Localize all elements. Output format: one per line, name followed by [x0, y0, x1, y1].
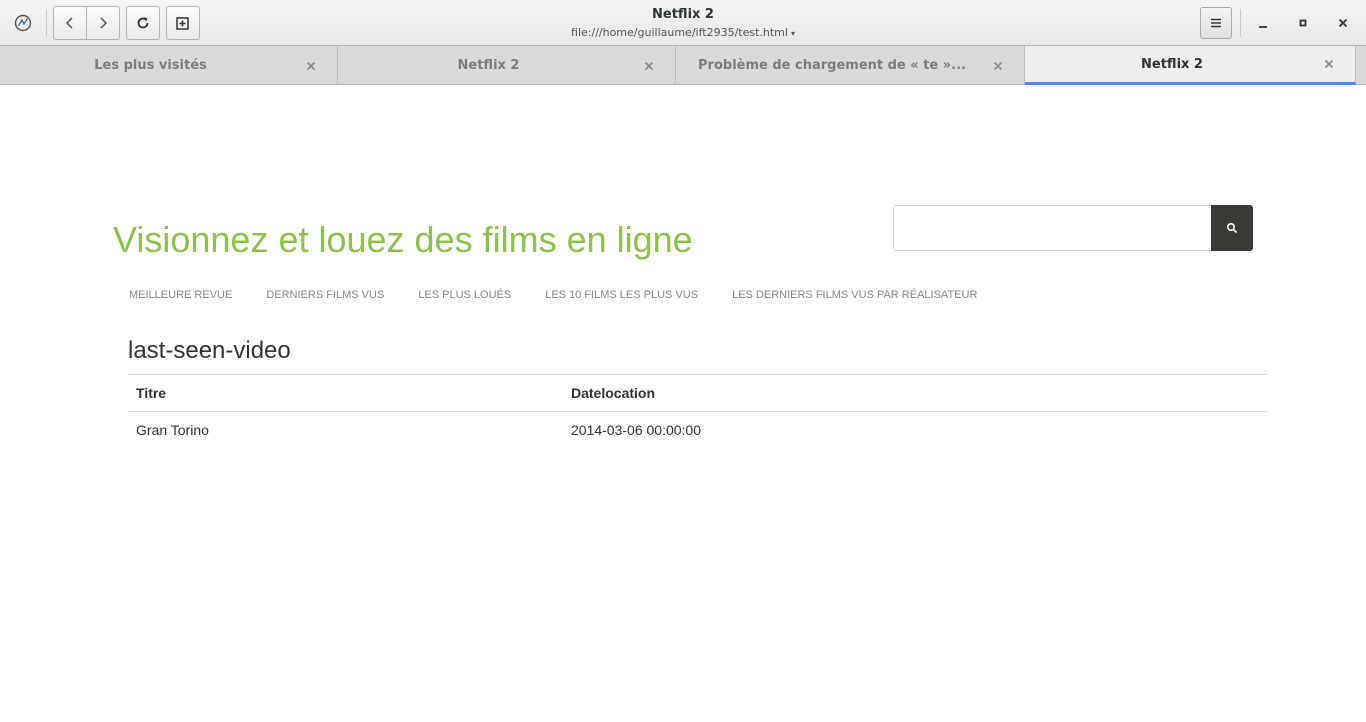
- new-tab-icon: [176, 17, 189, 30]
- close-window-button[interactable]: [1332, 12, 1354, 34]
- browser-header-bar: Netflix 2 file:///home/guillaume/ift2935…: [0, 0, 1366, 46]
- main-nav: MEILLEURE REVUE DERNIERS FILMS VUS LES P…: [129, 289, 1011, 301]
- tab-label[interactable]: Les plus visités: [0, 58, 301, 73]
- minimize-button[interactable]: [1252, 12, 1274, 34]
- back-arrow-icon: [65, 17, 73, 29]
- menu-button[interactable]: [1200, 7, 1232, 39]
- history-nav-group: [53, 6, 120, 40]
- tab-close-icon[interactable]: [639, 56, 659, 76]
- tab-strip: Les plus visités Netflix 2 Problème de c…: [0, 46, 1366, 85]
- web-browser-icon: [13, 13, 33, 33]
- toolbar-separator: [46, 9, 47, 37]
- column-header-datelocation: Datelocation: [563, 374, 1268, 412]
- page-heading: Visionnez et louez des films en ligne: [113, 219, 693, 260]
- tab-close-icon[interactable]: [988, 56, 1008, 76]
- forward-arrow-icon: [100, 17, 108, 29]
- column-header-titre: Titre: [128, 374, 563, 412]
- forward-button[interactable]: [86, 7, 119, 39]
- cell-titre: Gran Torino: [136, 421, 209, 438]
- nav-link-last-seen-by-director[interactable]: LES DERNIERS FILMS VUS PAR RÉALISATEUR: [732, 289, 977, 301]
- url-text[interactable]: file:///home/guillaume/ift2935/test.html: [571, 26, 788, 39]
- nav-link-last-seen[interactable]: DERNIERS FILMS VUS: [266, 289, 384, 301]
- hamburger-menu-icon: [1211, 18, 1221, 28]
- table-header-row: Titre Datelocation: [128, 374, 1268, 412]
- search-input[interactable]: [893, 205, 1211, 251]
- maximize-button[interactable]: [1292, 12, 1314, 34]
- reload-button[interactable]: [126, 6, 160, 40]
- url-dropdown-icon[interactable]: ▾: [791, 29, 795, 38]
- tab-netflix-2-active[interactable]: Netflix 2: [1025, 46, 1356, 85]
- tab-label[interactable]: Problème de chargement de « te »...: [676, 58, 988, 73]
- tab-loading-problem[interactable]: Problème de chargement de « te »...: [676, 46, 1025, 85]
- tab-netflix-2[interactable]: Netflix 2: [338, 46, 676, 85]
- search-button[interactable]: [1211, 205, 1253, 251]
- reload-icon: [137, 17, 149, 29]
- nav-link-most-rented[interactable]: LES PLUS LOUÉS: [418, 289, 511, 301]
- results-table: Titre Datelocation Gran Torino 2014-03-0…: [128, 374, 1268, 448]
- nav-link-best-review[interactable]: MEILLEURE REVUE: [129, 289, 232, 301]
- toolbar-separator: [1240, 9, 1241, 37]
- tab-close-icon[interactable]: [301, 56, 321, 76]
- search-icon: [1226, 222, 1238, 234]
- tab-most-visited[interactable]: Les plus visités: [0, 46, 338, 85]
- back-button[interactable]: [54, 7, 86, 39]
- tab-label[interactable]: Netflix 2: [338, 58, 639, 73]
- window-title-area: Netflix 2 file:///home/guillaume/ift2935…: [433, 6, 933, 41]
- window-title: Netflix 2: [652, 7, 714, 22]
- section-title: last-seen-video: [128, 337, 291, 364]
- tab-label[interactable]: Netflix 2: [1025, 57, 1319, 72]
- new-tab-button[interactable]: [166, 6, 200, 40]
- tab-close-icon[interactable]: [1319, 54, 1339, 74]
- nav-link-top-10-viewed[interactable]: LES 10 FILMS LES PLUS VUS: [545, 289, 698, 301]
- close-icon: [1338, 18, 1348, 28]
- cell-datelocation: 2014-03-06 00:00:00: [571, 421, 701, 438]
- maximize-icon: [1299, 19, 1307, 27]
- url-subtitle[interactable]: file:///home/guillaume/ift2935/test.html…: [433, 25, 933, 41]
- minimize-icon: [1259, 26, 1267, 28]
- table-row: Gran Torino 2014-03-06 00:00:00: [128, 412, 1268, 448]
